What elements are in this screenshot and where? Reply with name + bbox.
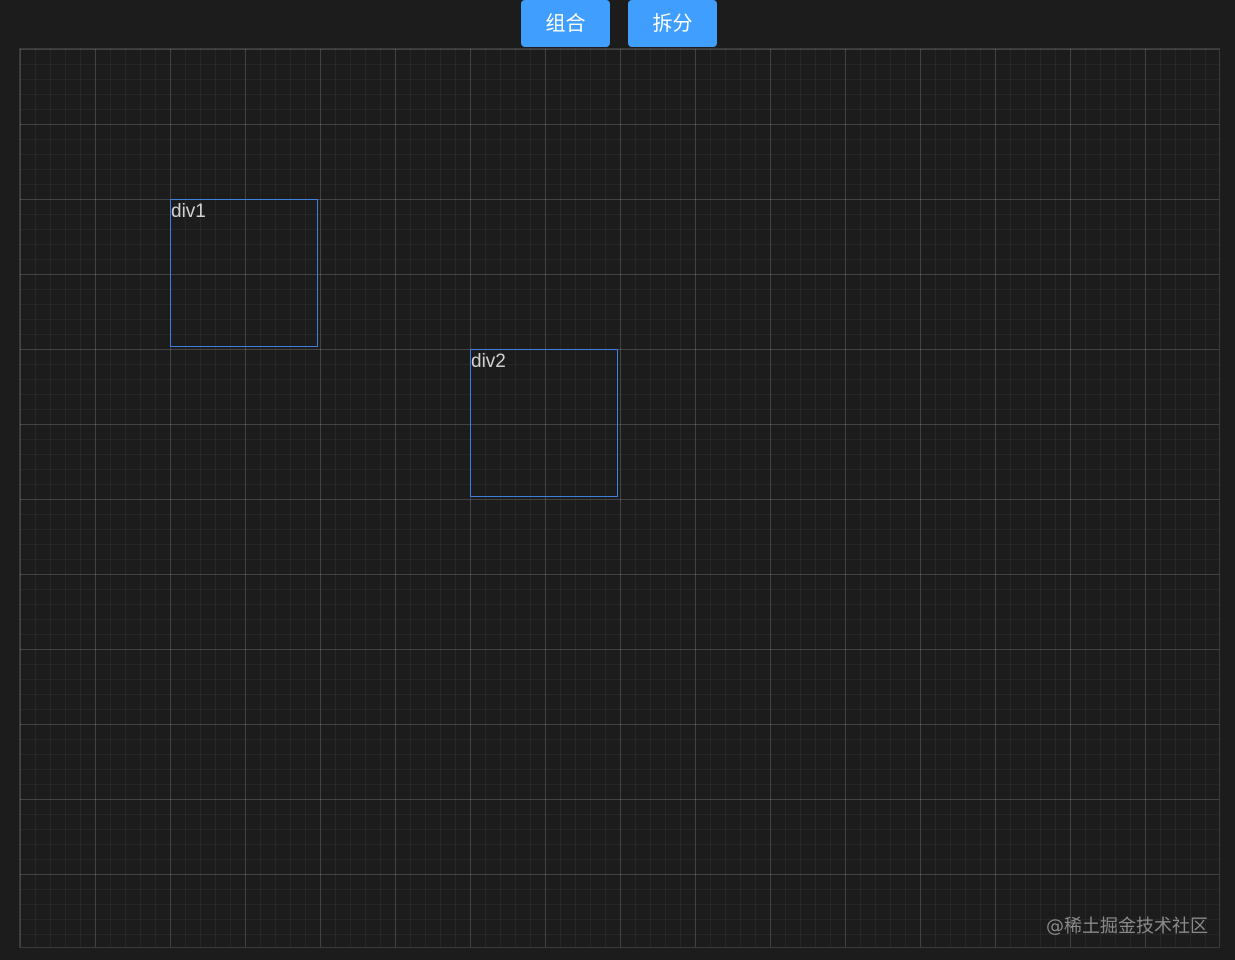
editor-canvas[interactable]: div1 div2 [19,48,1220,948]
combine-button[interactable]: 组合 [521,0,610,47]
canvas-element-div2[interactable]: div2 [470,349,618,497]
watermark: @稀土掘金技术社区 [1046,916,1208,937]
split-button[interactable]: 拆分 [628,0,717,47]
element-label: div2 [471,351,506,372]
element-label: div1 [171,201,206,222]
toolbar: 组合 拆分 [0,0,1235,48]
canvas-element-div1[interactable]: div1 [170,199,318,347]
